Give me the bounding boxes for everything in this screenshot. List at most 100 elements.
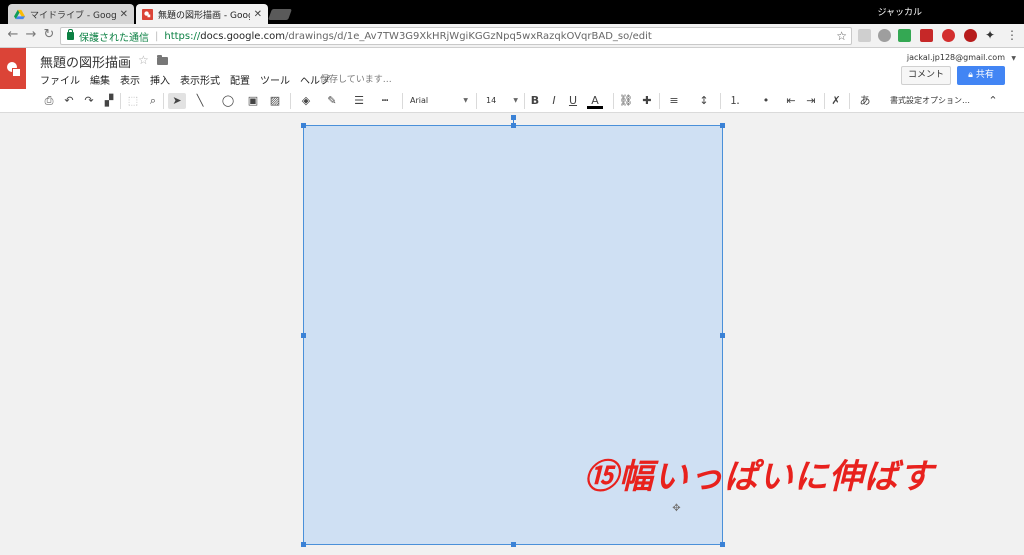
redo-icon[interactable]: ↷	[82, 93, 96, 109]
undo-icon[interactable]: ↶	[62, 93, 76, 109]
menu-arrange[interactable]: 配置	[230, 72, 250, 87]
toolbar-divider	[476, 93, 477, 109]
adblock-icon[interactable]	[964, 29, 977, 42]
zoom-icon[interactable]: ⌕	[146, 93, 160, 109]
drive-icon	[14, 9, 25, 19]
extension-icon[interactable]: ✦	[985, 29, 998, 42]
move-cursor-icon: ✥	[672, 503, 681, 514]
border-color-icon[interactable]: ✎	[322, 93, 342, 109]
paint-format-icon[interactable]: ▞	[102, 93, 116, 109]
comment-button[interactable]: コメント	[901, 66, 951, 85]
resize-handle-bottom-left[interactable]	[301, 542, 306, 547]
extension-icon[interactable]	[942, 29, 955, 42]
resize-handle-top[interactable]	[511, 123, 516, 128]
extension-icon[interactable]	[878, 29, 891, 42]
line-spacing-icon[interactable]: ↕	[694, 93, 714, 109]
reload-icon[interactable]: ↻	[42, 28, 56, 42]
font-family-select[interactable]: Arial ▼	[410, 93, 470, 109]
tab-title: マイドライブ - Google ドライブ	[30, 10, 116, 21]
underline-icon[interactable]: U	[567, 93, 579, 109]
share-button[interactable]: 🔒︎ 共有	[957, 66, 1005, 85]
border-weight-icon[interactable]: ☰	[349, 93, 369, 109]
chevron-down-icon[interactable]: ▼	[1011, 55, 1016, 62]
format-options-button[interactable]: 書式設定オプション…	[890, 93, 970, 109]
forward-arrow-icon[interactable]: →	[24, 28, 38, 42]
toolbar-divider	[120, 93, 121, 109]
back-arrow-icon[interactable]: ←	[6, 28, 20, 42]
url-host: docs.google.com	[200, 30, 285, 42]
star-icon[interactable]: ☆	[138, 53, 149, 67]
close-icon[interactable]: ✕	[120, 9, 128, 20]
menu-insert[interactable]: 挿入	[150, 72, 170, 87]
print-icon[interactable]: ⎙	[42, 93, 56, 109]
drawings-logo[interactable]	[0, 48, 26, 89]
tab-drawing[interactable]: 無題の図形描画 - Google ✕	[136, 4, 268, 24]
decrease-indent-icon[interactable]: ⇤	[784, 93, 798, 109]
lock-icon	[67, 29, 74, 40]
drawing-canvas[interactable]: ✥ ⑮幅いっぱいに伸ばす	[0, 113, 1024, 555]
drive-extension-icon[interactable]	[898, 29, 911, 42]
extension-icon[interactable]	[920, 29, 933, 42]
tab-title: 無題の図形描画 - Google	[158, 10, 250, 21]
drawings-icon	[142, 8, 153, 20]
resize-handle-right[interactable]	[720, 333, 725, 338]
close-icon[interactable]: ✕	[254, 9, 262, 20]
text-color-icon[interactable]: A	[587, 93, 603, 109]
link-icon[interactable]: ⛓	[618, 93, 634, 109]
menu-file[interactable]: ファイル	[40, 72, 80, 87]
shape-tool-icon[interactable]: ◯	[218, 93, 238, 109]
toolbar-divider	[163, 93, 164, 109]
save-status: 保存しています…	[320, 75, 392, 85]
fill-color-icon[interactable]: ◈	[296, 93, 316, 109]
menu-dots-icon[interactable]: ⋮	[1006, 29, 1019, 42]
bold-icon[interactable]: B	[529, 93, 541, 109]
menu-format[interactable]: 表示形式	[180, 72, 220, 87]
font-family-value: Arial	[410, 96, 429, 105]
line-tool-icon[interactable]: ╲	[191, 93, 209, 109]
browser-titlebar: マイドライブ - Google ドライブ ✕ 無題の図形描画 - Google …	[0, 0, 1024, 24]
image-icon[interactable]: ▨	[266, 93, 284, 109]
window-user-name[interactable]: ジャッカル	[877, 5, 922, 18]
toolbar-divider	[824, 93, 825, 109]
font-size-value: 14	[486, 96, 497, 105]
toolbar-divider	[402, 93, 403, 109]
font-size-select[interactable]: 14 ▼	[486, 93, 520, 109]
clear-formatting-icon[interactable]: ✗	[829, 93, 843, 109]
increase-indent-icon[interactable]: ⇥	[804, 93, 818, 109]
input-tools-button[interactable]: あ	[854, 93, 876, 109]
resize-handle-top-right[interactable]	[720, 123, 725, 128]
numbered-list-icon[interactable]: ⒈	[725, 93, 745, 109]
align-icon[interactable]: ≡	[664, 93, 684, 109]
border-dash-icon[interactable]: ┅	[375, 93, 395, 109]
folder-icon[interactable]	[157, 55, 168, 65]
italic-icon[interactable]: I	[548, 93, 560, 109]
resize-handle-bottom-right[interactable]	[720, 542, 725, 547]
resize-handle-top-left[interactable]	[301, 123, 306, 128]
new-tab-button[interactable]	[267, 9, 293, 20]
instruction-caption: ⑮幅いっぱいに伸ばす	[584, 457, 934, 497]
bookmark-star-icon[interactable]: ☆	[836, 29, 847, 43]
menu-bar: ファイル 編集 表示 挿入 表示形式 配置 ツール ヘルプ	[40, 72, 340, 87]
select-arrow-icon[interactable]: ➤	[168, 93, 186, 109]
resize-handle-bottom[interactable]	[511, 542, 516, 547]
add-comment-icon[interactable]: ✚	[639, 93, 655, 109]
menu-tools[interactable]: ツール	[260, 72, 290, 87]
chevron-down-icon: ▼	[513, 97, 518, 104]
rotation-handle[interactable]	[511, 115, 516, 120]
menu-edit[interactable]: 編集	[90, 72, 110, 87]
url-path: /drawings/d/1e_Av7TW3G9XkHRjWgiKGGzNpq5w…	[285, 30, 652, 42]
toolbar-divider	[849, 93, 850, 109]
toolbar-divider	[659, 93, 660, 109]
menu-view[interactable]: 表示	[120, 72, 140, 87]
url-scheme: https://	[164, 30, 201, 42]
textbox-icon[interactable]: ▣	[246, 93, 260, 109]
account-email[interactable]: jackal.jp128@gmail.com	[907, 53, 1005, 62]
extension-icon[interactable]	[858, 29, 871, 42]
zoom-fit-icon[interactable]: ⬚	[126, 93, 140, 109]
document-title[interactable]: 無題の図形描画	[40, 52, 131, 71]
resize-handle-left[interactable]	[301, 333, 306, 338]
collapse-chevron-icon[interactable]: ⌃	[986, 93, 1000, 109]
tab-google-drive[interactable]: マイドライブ - Google ドライブ ✕	[8, 4, 134, 24]
bulleted-list-icon[interactable]: •	[756, 93, 776, 109]
omnibox[interactable]: 保護された通信 | https:// docs.google.com /draw…	[60, 27, 852, 45]
